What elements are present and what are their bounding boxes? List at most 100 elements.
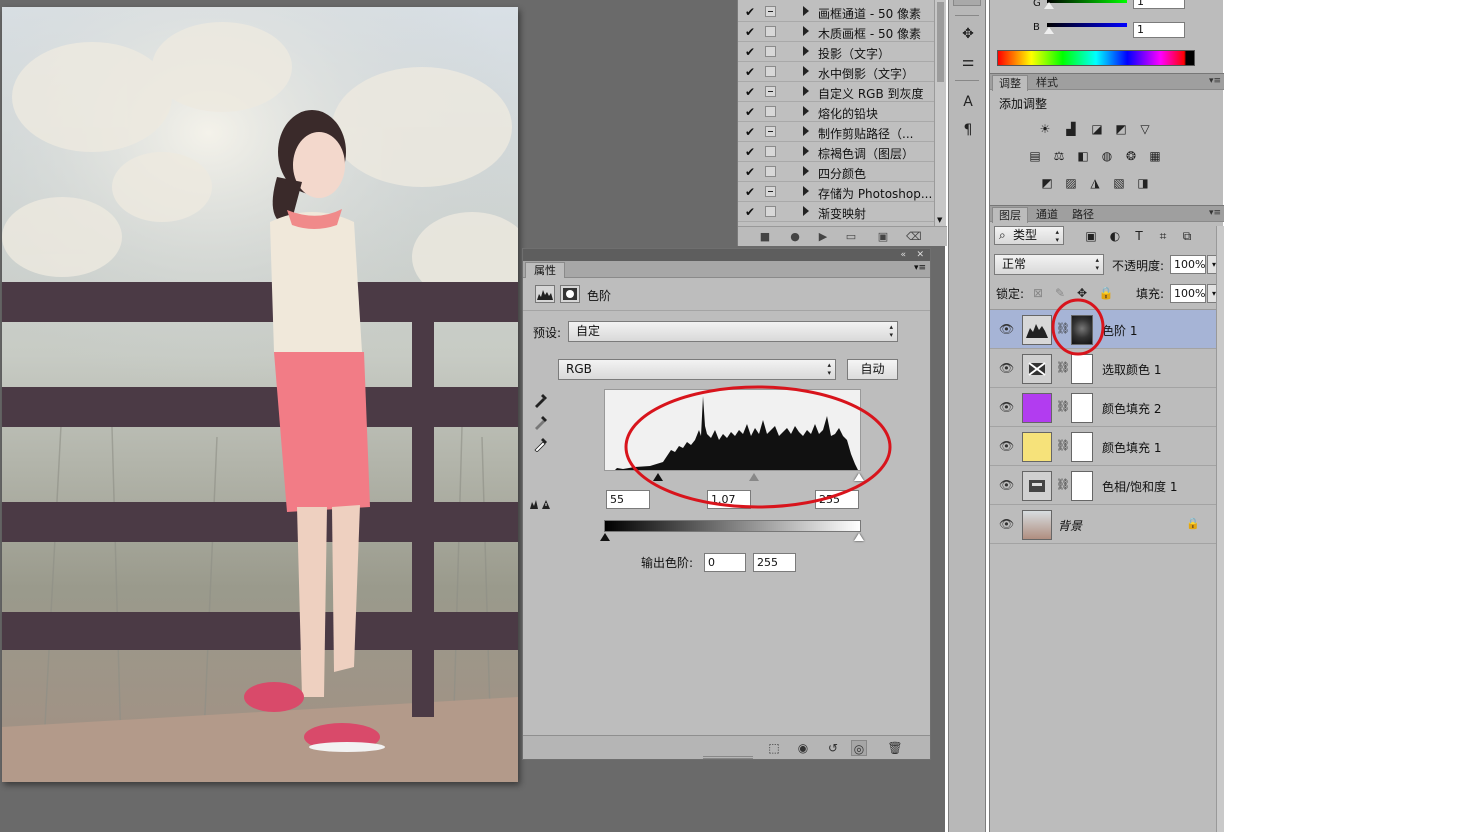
action-item[interactable]: ✔ 棕褐色调（图层） [738,142,934,162]
action-item[interactable]: ✔ 渐变映射 [738,202,934,222]
tab-styles[interactable]: 样式 [1030,75,1064,91]
expand-triangle-icon[interactable] [803,26,809,36]
action-enabled-check[interactable]: ✔ [745,185,755,199]
filter-shape-icon[interactable]: ⌗ [1155,228,1171,244]
layer-mask-thumb[interactable] [1071,393,1093,423]
expand-triangle-icon[interactable] [803,166,809,176]
layer-mask-thumb[interactable] [1071,471,1093,501]
action-enabled-check[interactable]: ✔ [745,105,755,119]
action-item[interactable]: ✔ 投影（文字） [738,42,934,62]
clipping-warning-icon[interactable] [529,497,551,514]
link-chain-icon[interactable]: ⛓ [1056,400,1070,413]
output-black-field[interactable]: 0 [704,553,746,572]
dialog-toggle-box[interactable] [765,166,776,177]
panel-menu-icon[interactable]: ▾≡ [914,263,926,273]
link-chain-icon[interactable]: ⛓ [1056,478,1070,491]
input-black-field[interactable]: 55 [606,490,650,509]
dialog-toggle-box[interactable] [765,126,776,137]
reset-icon[interactable]: ↺ [825,740,841,756]
preset-select[interactable]: 自定 [568,321,898,342]
clip-to-layer-icon[interactable]: ⬚ [766,740,782,756]
white-eyedropper-icon[interactable] [533,436,549,455]
layer-row[interactable]: 👁 🔒 背景 [990,505,1216,544]
action-item[interactable]: ✔ 四分颜色 [738,162,934,182]
r-value-field[interactable]: 1 [1133,0,1185,9]
tab-layers[interactable]: 图层 [992,207,1028,223]
b-value-field[interactable]: 1 [1133,22,1185,38]
action-enabled-check[interactable]: ✔ [745,125,755,139]
tab-properties[interactable]: 属性 [525,262,565,278]
paragraph-panel-icon[interactable]: ¶ [958,120,978,140]
link-chain-icon[interactable]: ⛓ [1056,361,1070,374]
action-enabled-check[interactable]: ✔ [745,45,755,59]
action-item[interactable]: ✔ 画框通道 - 50 像素 [738,2,934,22]
action-enabled-check[interactable]: ✔ [745,85,755,99]
actions-scroll-thumb[interactable] [937,2,944,82]
tab-paths[interactable]: 路径 [1066,207,1100,223]
b-slider-track[interactable] [1047,23,1127,27]
layer-lock-icon[interactable]: 🔒 [1186,517,1200,530]
filter-smart-object-icon[interactable]: ⧉ [1179,228,1195,244]
expand-triangle-icon[interactable] [803,146,809,156]
lock-transparent-icon[interactable]: ⊠ [1030,285,1046,301]
g-slider-track[interactable] [1047,0,1127,3]
layer-row[interactable]: 👁 ⛓ 颜色填充 2 [990,388,1216,427]
layer-mask-thumb[interactable] [1071,432,1093,462]
visibility-eye-icon[interactable]: 👁 [999,400,1014,414]
gradient-map-icon[interactable]: ▧ [1110,175,1128,191]
delete-layer-icon[interactable]: 🗑 [887,740,903,756]
layer-row[interactable]: 👁 ⛓ 色阶 1 [990,310,1216,349]
curves-icon[interactable]: ◪ [1088,121,1106,137]
view-previous-state-icon[interactable]: ◉ [795,740,811,756]
actions-scrollbar[interactable]: ▼ [934,0,946,226]
expand-triangle-icon[interactable] [803,46,809,56]
action-enabled-check[interactable]: ✔ [745,205,755,219]
action-enabled-check[interactable]: ✔ [745,25,755,39]
layer-row[interactable]: 👁 ⛓ 选取颜色 1 [990,349,1216,388]
tab-adjustments[interactable]: 调整 [992,75,1028,91]
layer-filter-select[interactable]: ⌕ 类型 [994,226,1064,245]
input-gamma-slider[interactable] [749,473,759,481]
action-item[interactable]: ✔ 存储为 Photoshop... [738,182,934,202]
channel-select[interactable]: RGB [558,359,836,380]
mask-icon[interactable] [560,285,580,303]
output-white-slider[interactable] [854,533,864,541]
channel-mixer-icon[interactable]: ❂ [1122,148,1140,164]
black-white-icon[interactable]: ◧ [1074,148,1092,164]
dialog-toggle-box[interactable] [765,46,776,57]
play-icon[interactable]: ▶ [816,230,830,243]
levels-icon[interactable]: ▟ [1062,121,1080,137]
gray-eyedropper-icon[interactable] [533,414,549,433]
expand-triangle-icon[interactable] [803,86,809,96]
brightness-contrast-icon[interactable]: ☀ [1036,121,1054,137]
lock-image-icon[interactable]: ✎ [1052,285,1068,301]
filter-adjustment-icon[interactable]: ◐ [1107,228,1123,244]
input-gamma-field[interactable]: 1.07 [707,490,751,509]
filter-type-icon[interactable]: T [1131,228,1147,244]
layer-mask-thumb[interactable] [1071,354,1093,384]
visibility-eye-icon[interactable]: 👁 [999,517,1014,531]
document-canvas-photo[interactable] [2,7,518,782]
dialog-toggle-box[interactable] [765,6,776,17]
blend-mode-select[interactable]: 正常 [994,254,1104,275]
layer-row[interactable]: 👁 ⛓ 色相/饱和度 1 [990,466,1216,505]
input-black-slider[interactable] [653,473,663,481]
vibrance-icon[interactable]: ▽ [1136,121,1154,137]
visibility-eye-icon[interactable]: 👁 [999,361,1014,375]
black-eyedropper-icon[interactable] [533,392,549,411]
fill-field[interactable]: 100% [1170,284,1206,303]
toggle-visibility-icon[interactable]: ◎ [851,740,867,756]
output-black-slider[interactable] [600,533,610,541]
dialog-toggle-box[interactable] [765,186,776,197]
expand-triangle-icon[interactable] [803,186,809,196]
action-enabled-check[interactable]: ✔ [745,145,755,159]
panel-menu-icon[interactable]: ▾≡ [1209,76,1221,86]
dialog-toggle-box[interactable] [765,86,776,97]
exposure-icon[interactable]: ◩ [1112,121,1130,137]
layers-scrollbar[interactable] [1216,226,1224,832]
resize-grip[interactable] [703,756,753,759]
properties-panel-titlebar[interactable]: « ✕ [523,249,930,261]
tool-presets-icon[interactable]: ✥ [958,24,978,44]
action-enabled-check[interactable]: ✔ [745,165,755,179]
new-set-folder-icon[interactable]: ▭ [844,230,858,243]
